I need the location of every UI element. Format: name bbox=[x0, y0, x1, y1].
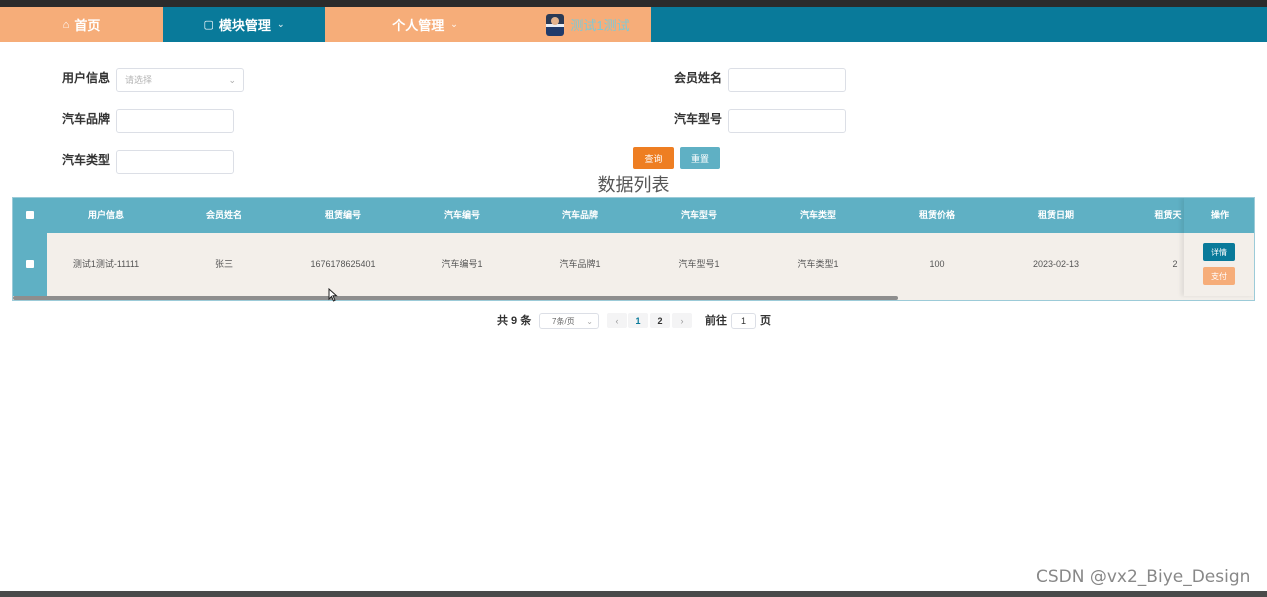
chevron-down-icon: ⌄ bbox=[228, 75, 236, 85]
car-brand-input[interactable] bbox=[116, 109, 234, 133]
mouse-cursor-icon bbox=[328, 288, 338, 302]
column-header[interactable]: 租赁编号 bbox=[283, 198, 403, 233]
cell-member-name: 张三 bbox=[214, 259, 233, 269]
cell-car-type: 汽车类型1 bbox=[797, 259, 839, 269]
column-header[interactable]: 用户信息 bbox=[47, 198, 165, 233]
chevron-down-icon: ⌄ bbox=[450, 19, 458, 29]
operations-column: 操作 详情 支付 bbox=[1184, 198, 1254, 296]
page-number-1[interactable]: 1 bbox=[628, 313, 648, 328]
car-type-label: 汽车类型 bbox=[62, 153, 111, 167]
cell-user-info: 测试1测试-11111 bbox=[72, 259, 140, 269]
cell-rental-no: 1676178625401 bbox=[310, 259, 376, 269]
chevron-down-icon: ⌄ bbox=[586, 317, 593, 326]
prev-page-button[interactable]: ‹ bbox=[607, 313, 627, 328]
top-border bbox=[0, 0, 1267, 7]
nav-module-label: 模块管理 bbox=[218, 18, 271, 33]
car-model-label: 汽车型号 bbox=[674, 112, 723, 126]
detail-button[interactable]: 详情 bbox=[1203, 243, 1235, 261]
home-icon: ⌂ bbox=[62, 18, 70, 31]
goto-label: 前往 bbox=[705, 315, 727, 327]
nav-module-management[interactable]: ▢ 模块管理 ⌄ bbox=[163, 7, 325, 42]
cell-price: 100 bbox=[929, 259, 945, 269]
chevron-down-icon: ⌄ bbox=[276, 19, 285, 29]
column-header[interactable]: 汽车类型 bbox=[759, 198, 877, 233]
column-header[interactable]: 汽车品牌 bbox=[521, 198, 639, 233]
user-info-placeholder: 请选择 bbox=[125, 75, 153, 85]
user-info-label: 用户信息 bbox=[62, 71, 111, 85]
nav-home-label: 首页 bbox=[74, 18, 101, 33]
car-model-input[interactable] bbox=[728, 109, 846, 133]
pagination-total: 共 9 条 bbox=[497, 315, 532, 327]
page-number-2[interactable]: 2 bbox=[650, 313, 670, 328]
car-brand-label: 汽车品牌 bbox=[62, 112, 111, 126]
cell-car-model: 汽车型号1 bbox=[678, 259, 720, 269]
cell-car-no: 汽车编号1 bbox=[441, 259, 483, 269]
top-navbar: ⌂ 首页 ▢ 模块管理 ⌄ 个人管理 ⌄ 测试1测试 bbox=[0, 7, 1267, 42]
nav-user-profile[interactable]: 测试1测试 bbox=[525, 7, 651, 42]
avatar bbox=[546, 13, 565, 36]
table-header: 用户信息 会员姓名 租赁编号 汽车编号 汽车品牌 汽车型号 汽车类型 租赁价格 … bbox=[13, 198, 1254, 233]
bottom-border bbox=[0, 591, 1267, 597]
page-size-select[interactable]: 7条/页 ⌄ bbox=[539, 313, 599, 329]
watermark: CSDN @vx2_Biye_Design bbox=[1036, 567, 1251, 587]
data-table: 用户信息 会员姓名 租赁编号 汽车编号 汽车品牌 汽车型号 汽车类型 租赁价格 … bbox=[12, 197, 1255, 301]
user-info-select[interactable]: 请选择 ⌄ bbox=[116, 68, 244, 92]
horizontal-scrollbar[interactable] bbox=[13, 296, 898, 300]
module-icon: ▢ bbox=[203, 19, 214, 31]
nav-personal-management[interactable]: 个人管理 ⌄ bbox=[325, 7, 525, 42]
column-header[interactable]: 会员姓名 bbox=[165, 198, 283, 233]
select-all-checkbox[interactable] bbox=[26, 211, 34, 219]
next-page-button[interactable]: › bbox=[672, 313, 692, 328]
header-checkbox-cell bbox=[13, 198, 47, 233]
row-checkbox-cell bbox=[13, 233, 47, 296]
member-name-label: 会员姓名 bbox=[674, 71, 723, 85]
table-row: 测试1测试-11111 张三 1676178625401 汽车编号1 汽车品牌1… bbox=[13, 233, 1254, 296]
nav-home[interactable]: ⌂ 首页 bbox=[0, 7, 163, 42]
row-checkbox[interactable] bbox=[26, 260, 34, 268]
column-header[interactable]: 租赁天 bbox=[1153, 198, 1183, 233]
page-suffix-label: 页 bbox=[760, 315, 771, 327]
column-header[interactable]: 租赁价格 bbox=[877, 198, 997, 233]
data-list-title: 数据列表 bbox=[597, 175, 670, 195]
cell-date: 2023-02-13 bbox=[1032, 259, 1080, 269]
goto-page-input[interactable]: 1 bbox=[731, 313, 756, 329]
nav-personal-label: 个人管理 bbox=[392, 18, 445, 33]
member-name-input[interactable] bbox=[728, 68, 846, 92]
column-header[interactable]: 汽车编号 bbox=[403, 198, 521, 233]
column-header[interactable]: 租赁日期 bbox=[997, 198, 1115, 233]
pay-button[interactable]: 支付 bbox=[1203, 267, 1235, 285]
column-header[interactable]: 汽车型号 bbox=[639, 198, 759, 233]
query-button[interactable]: 查询 bbox=[633, 147, 674, 169]
reset-button[interactable]: 重置 bbox=[680, 147, 720, 169]
nav-user-name: 测试1测试 bbox=[570, 18, 630, 33]
page-size-value: 7条/页 bbox=[552, 317, 575, 326]
column-header-operations: 操作 bbox=[1184, 198, 1254, 233]
cell-car-brand: 汽车品牌1 bbox=[559, 259, 601, 269]
